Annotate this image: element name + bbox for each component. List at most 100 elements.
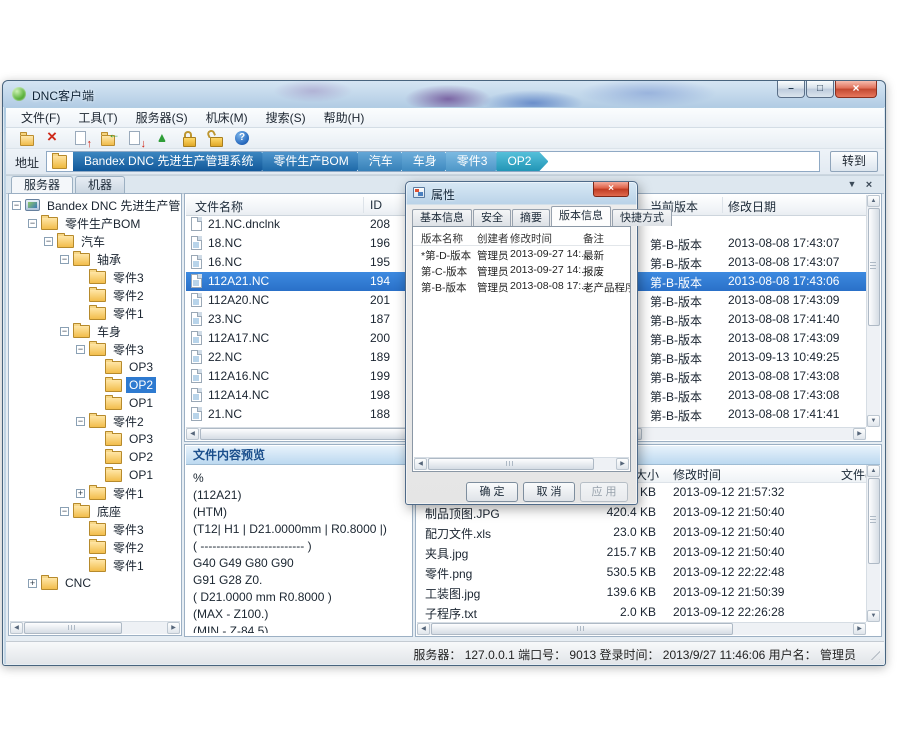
scroll-thumb[interactable] bbox=[428, 458, 594, 470]
expand-icon[interactable]: + bbox=[28, 579, 37, 588]
scroll-thumb[interactable] bbox=[24, 622, 122, 634]
tab-machines[interactable]: 机器 bbox=[75, 176, 125, 193]
tree-node[interactable]: 零件2 bbox=[10, 286, 180, 304]
column-header-id[interactable]: ID bbox=[370, 198, 382, 212]
tree-node[interactable]: +CNC bbox=[10, 574, 180, 592]
breadcrumb-segment[interactable]: 零件生产BOM bbox=[262, 152, 365, 171]
tree-node[interactable]: 零件2 bbox=[10, 538, 180, 556]
related-file-row[interactable]: 制品顶图.JPG420.4 KB2013-09-12 21:50:40 bbox=[417, 502, 866, 522]
expand-icon[interactable]: + bbox=[76, 489, 85, 498]
tree-node[interactable]: −底座 bbox=[10, 502, 180, 520]
menu-item[interactable]: 搜索(S) bbox=[257, 109, 315, 127]
scroll-right-arrow[interactable] bbox=[167, 622, 180, 634]
version-row[interactable]: 第-C-版本管理员2013-09-27 14:...报废 bbox=[413, 262, 630, 278]
scroll-left-arrow[interactable] bbox=[10, 622, 23, 634]
tree-node[interactable]: −车身 bbox=[10, 322, 180, 340]
version-row[interactable]: *第-D-版本管理员2013-09-27 14:...最新 bbox=[413, 246, 630, 262]
address-box[interactable]: Bandex DNC 先进生产管理系统零件生产BOM汽车车身零件3OP2 bbox=[46, 151, 820, 172]
scroll-down-arrow[interactable] bbox=[867, 415, 880, 427]
tree-horizontal-scrollbar[interactable] bbox=[10, 621, 180, 634]
tree-node[interactable]: −汽车 bbox=[10, 232, 180, 250]
tree-node[interactable]: 零件1 bbox=[10, 304, 180, 322]
tree-node[interactable]: +零件1 bbox=[10, 484, 180, 502]
tree-node[interactable]: 零件3 bbox=[10, 520, 180, 538]
checkout-icon[interactable] bbox=[126, 130, 144, 147]
related-file-row[interactable]: 工装图.jpg139.6 KB2013-09-12 21:50:39 bbox=[417, 582, 866, 602]
minimize-button[interactable] bbox=[777, 81, 805, 98]
collapse-icon[interactable]: − bbox=[76, 345, 85, 354]
menu-item[interactable]: 服务器(S) bbox=[127, 109, 197, 127]
scroll-up-arrow[interactable] bbox=[867, 195, 880, 207]
tree-node[interactable]: OP2 bbox=[10, 448, 180, 466]
scroll-right-arrow[interactable] bbox=[616, 458, 629, 470]
dialog-tab[interactable]: 摘要 bbox=[512, 209, 550, 226]
related-file-row[interactable]: 子程序.txt2.0 KB2013-09-12 22:26:28 bbox=[417, 602, 866, 622]
scroll-thumb[interactable] bbox=[431, 623, 733, 635]
collapse-icon[interactable]: − bbox=[12, 201, 21, 210]
cancel-button[interactable]: 取 消 bbox=[523, 482, 575, 502]
go-button[interactable]: 转到 bbox=[830, 151, 878, 172]
related-vertical-scrollbar[interactable] bbox=[866, 465, 880, 622]
maximize-button[interactable] bbox=[806, 81, 834, 98]
delete-icon[interactable] bbox=[45, 130, 63, 147]
tree-node[interactable]: −零件生产BOM bbox=[10, 214, 180, 232]
scroll-up-arrow[interactable] bbox=[867, 465, 880, 477]
scroll-right-arrow[interactable] bbox=[853, 623, 866, 635]
column-header[interactable]: 创建者 bbox=[477, 231, 509, 246]
breadcrumb-segment[interactable]: OP2 bbox=[496, 152, 548, 171]
scroll-thumb[interactable] bbox=[868, 208, 880, 326]
new-icon[interactable] bbox=[18, 130, 36, 147]
related-file-row[interactable]: 夹具.jpg215.7 KB2013-09-12 21:50:40 bbox=[417, 542, 866, 562]
close-pane-icon[interactable] bbox=[863, 179, 875, 191]
column-header-size[interactable]: 大小 bbox=[635, 466, 659, 483]
send-icon[interactable] bbox=[153, 130, 171, 147]
tree-node[interactable]: −零件3 bbox=[10, 340, 180, 358]
menu-item[interactable]: 帮助(H) bbox=[315, 109, 374, 127]
titlebar[interactable]: DNC客户端 bbox=[3, 81, 885, 107]
breadcrumb-segment[interactable]: Bandex DNC 先进生产管理系统 bbox=[73, 152, 270, 171]
column-header-time[interactable]: 修改时间 bbox=[673, 466, 721, 483]
tree-node[interactable]: OP1 bbox=[10, 466, 180, 484]
menu-item[interactable]: 文件(F) bbox=[12, 109, 69, 127]
column-header[interactable]: 修改时间 bbox=[510, 231, 552, 246]
breadcrumb-segment[interactable]: 零件3 bbox=[446, 152, 505, 171]
dialog-tab[interactable]: 基本信息 bbox=[412, 209, 472, 226]
scroll-thumb[interactable] bbox=[868, 478, 880, 564]
ok-button[interactable]: 确 定 bbox=[466, 482, 518, 502]
close-button[interactable] bbox=[835, 81, 877, 98]
dialog-tab[interactable]: 快捷方式 bbox=[612, 209, 672, 226]
tree-node[interactable]: OP3 bbox=[10, 358, 180, 376]
collapse-icon[interactable]: − bbox=[60, 327, 69, 336]
menu-item[interactable]: 机床(M) bbox=[197, 109, 257, 127]
menu-item[interactable]: 工具(T) bbox=[69, 109, 126, 127]
tree-node[interactable]: OP2 bbox=[10, 376, 180, 394]
collapse-icon[interactable]: − bbox=[28, 219, 37, 228]
scroll-left-arrow[interactable] bbox=[414, 458, 427, 470]
tree-node[interactable]: −Bandex DNC 先进生产管理系统 bbox=[10, 196, 180, 214]
tree-node[interactable]: OP1 bbox=[10, 394, 180, 412]
column-header[interactable]: 备注 bbox=[583, 231, 604, 246]
resize-grip-icon[interactable] bbox=[869, 649, 880, 660]
tree-node[interactable]: −轴承 bbox=[10, 250, 180, 268]
tree-node[interactable]: 零件1 bbox=[10, 556, 180, 574]
help-icon[interactable] bbox=[234, 130, 252, 147]
tree-node[interactable]: OP3 bbox=[10, 430, 180, 448]
column-header[interactable]: 版本名称 bbox=[421, 231, 463, 246]
scroll-left-arrow[interactable] bbox=[417, 623, 430, 635]
column-header-name[interactable]: 文件名称 bbox=[195, 198, 243, 215]
tree-node[interactable]: −零件2 bbox=[10, 412, 180, 430]
dialog-titlebar[interactable]: 属性 bbox=[406, 182, 637, 204]
version-list-header[interactable]: 版本名称创建者修改时间 备注 bbox=[413, 229, 630, 246]
collapse-icon[interactable]: − bbox=[60, 255, 69, 264]
checkin-icon[interactable] bbox=[72, 130, 90, 147]
related-file-row[interactable]: 零件.png530.5 KB2013-09-12 22:22:48 bbox=[417, 562, 866, 582]
tree-node[interactable]: 零件3 bbox=[10, 268, 180, 286]
lock-icon[interactable] bbox=[180, 130, 198, 147]
collapse-icon[interactable]: − bbox=[44, 237, 53, 246]
collapse-icon[interactable]: − bbox=[76, 417, 85, 426]
dialog-tab[interactable]: 安全 bbox=[473, 209, 511, 226]
scroll-right-arrow[interactable] bbox=[853, 428, 866, 440]
column-header-date[interactable]: 修改日期 bbox=[728, 198, 776, 215]
scroll-down-arrow[interactable] bbox=[867, 610, 880, 622]
related-horizontal-scrollbar[interactable] bbox=[417, 622, 866, 635]
